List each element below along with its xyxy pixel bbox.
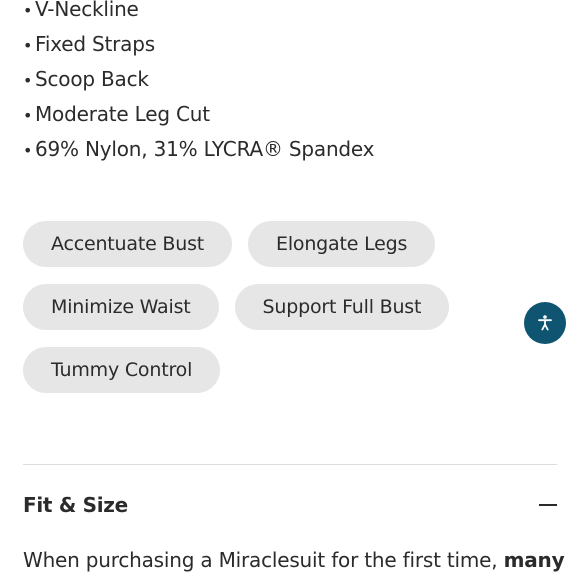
tag-minimize-waist[interactable]: Minimize Waist [23,284,219,330]
accessibility-button[interactable] [524,302,566,344]
feature-label: V-Neckline [35,0,139,21]
tag-support-full-bust[interactable]: Support Full Bust [234,284,450,330]
feature-label: 69% Nylon, 31% LYCRA® Spandex [35,137,375,161]
feature-item: • Moderate Leg Cut [23,97,374,132]
feature-label: Scoop Back [35,67,149,91]
tag-tummy-control[interactable]: Tummy Control [23,347,221,393]
bullet: • [23,1,33,20]
feature-item: • 69% Nylon, 31% LYCRA® Spandex [23,132,375,167]
tag-row: Tummy Control [23,347,543,393]
feature-item: • Scoop Back [23,62,374,97]
feature-item: • V-Neckline [23,0,374,27]
feature-item: • Fixed Straps [23,27,374,62]
product-details-page: • V-Neckline • Fixed Straps • Scoop Back • M… [0,0,580,580]
fit-text-bold: many [503,548,565,572]
tag-accentuate-bust[interactable]: Accentuate Bust [23,221,233,267]
feature-label: Fixed Straps [35,32,155,56]
benefit-tags: Accentuate Bust Elongate Legs Minimize W… [23,221,543,410]
tag-row: Minimize Waist Support Full Bust [23,284,543,330]
section-divider [23,464,557,465]
bullet: • [23,71,33,90]
fit-size-accordion-toggle[interactable]: Fit & Size [23,489,557,521]
bullet: • [23,106,33,125]
bullet: • [23,141,33,160]
fit-size-description: When purchasing a Miraclesuit for the fi… [23,545,565,575]
feature-label: Moderate Leg Cut [35,102,210,126]
bullet: • [23,36,33,55]
fit-size-title: Fit & Size [23,493,128,517]
accessibility-person-icon [538,315,552,331]
tag-row: Accentuate Bust Elongate Legs [23,221,543,267]
minus-icon[interactable] [539,504,557,506]
tag-elongate-legs[interactable]: Elongate Legs [248,221,436,267]
feature-list: • V-Neckline • Fixed Straps • Scoop Back • M… [23,0,375,167]
fit-text-start: When purchasing a Miraclesuit for the fi… [23,548,498,572]
